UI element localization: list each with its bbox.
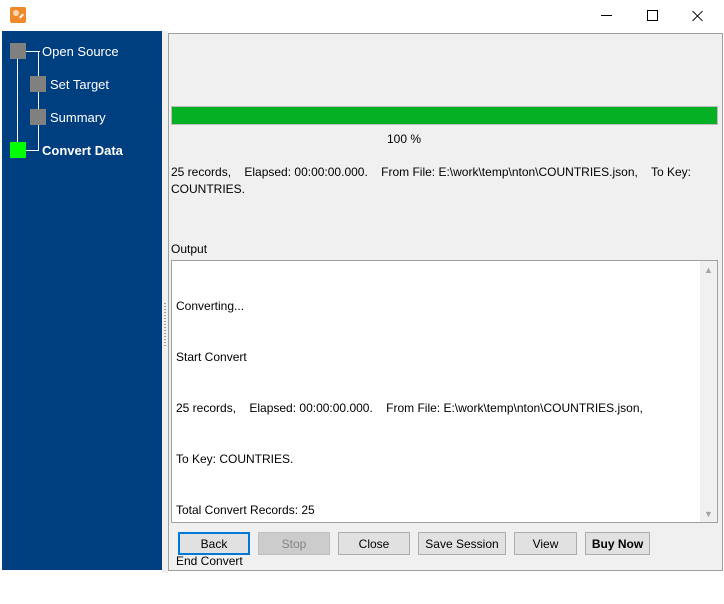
save-session-button[interactable]: Save Session (418, 532, 506, 555)
convert-data-panel: 100 % 25 records, Elapsed: 00:00:00.000.… (168, 33, 723, 571)
scroll-down-chevron-icon[interactable]: ▼ (700, 505, 717, 522)
output-scrollbar[interactable]: ▲ ▼ (700, 261, 717, 522)
tree-connector (26, 150, 39, 151)
title-bar (0, 0, 724, 31)
output-line: 25 records, Elapsed: 00:00:00.000. From … (176, 401, 643, 415)
wizard-steps-sidebar: Open Source Set Target Summary Convert D… (2, 31, 162, 570)
output-line: To Key: COUNTRIES. (176, 452, 294, 466)
minimize-button[interactable] (583, 0, 629, 31)
buy-now-button[interactable]: Buy Now (585, 532, 650, 555)
step-marker-set-target (30, 76, 46, 92)
step-summary[interactable]: Summary (50, 110, 106, 125)
tree-connector (38, 51, 39, 151)
step-set-target[interactable]: Set Target (50, 77, 109, 92)
step-marker-convert-data (10, 142, 26, 158)
output-label: Output (171, 242, 208, 256)
splitter-grip-icon (164, 303, 166, 347)
close-button[interactable]: Close (338, 532, 410, 555)
output-line: Start Convert (176, 350, 247, 364)
progress-percent-label: 100 % (386, 132, 422, 146)
step-marker-open-source (10, 43, 26, 59)
minimize-icon (600, 15, 612, 16)
close-icon (692, 10, 704, 22)
output-line: Converting... (176, 299, 245, 313)
app-logo-icon (10, 7, 26, 23)
scroll-up-chevron-icon[interactable]: ▲ (700, 261, 717, 278)
output-line: End Convert (176, 554, 243, 568)
back-button[interactable]: Back (178, 532, 250, 555)
progress-fill (172, 107, 717, 124)
maximize-button[interactable] (629, 0, 675, 31)
step-convert-data[interactable]: Convert Data (42, 143, 123, 158)
view-button[interactable]: View (514, 532, 577, 555)
output-line: Total Convert Records: 25 (176, 503, 315, 517)
step-open-source[interactable]: Open Source (42, 44, 119, 59)
output-log[interactable]: Converting... Start Convert 25 records, … (171, 260, 718, 568)
stop-button[interactable]: Stop (258, 532, 330, 555)
tree-connector (17, 51, 18, 151)
status-message: 25 records, Elapsed: 00:00:00.000. From … (171, 165, 695, 196)
step-marker-summary (30, 109, 46, 125)
close-window-button[interactable] (675, 0, 721, 31)
progress-bar (171, 106, 718, 125)
maximize-icon (646, 10, 658, 21)
